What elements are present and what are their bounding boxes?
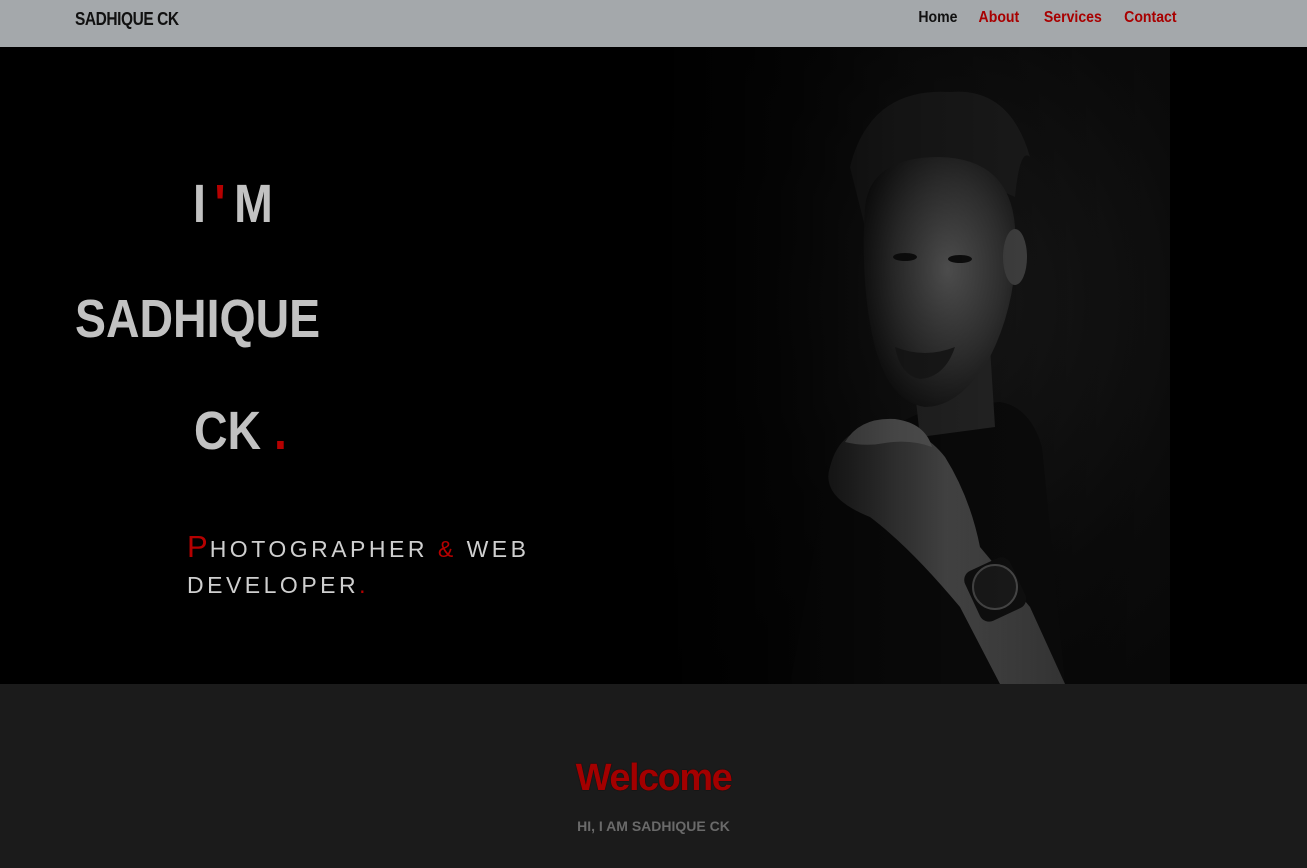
- hero-period: .: [273, 401, 287, 461]
- tagline-photographer: HOTOGRAPHER: [209, 536, 428, 562]
- hero-apostrophe: ': [214, 174, 235, 234]
- nav-links: Home About Services Contact: [913, 9, 1177, 27]
- hero-im-i: I: [193, 174, 215, 234]
- hero-heading-line1: I'M: [193, 177, 281, 231]
- hero-im-m: M: [234, 174, 282, 234]
- tagline-period: .: [359, 572, 369, 598]
- nav-link-services[interactable]: Services: [1043, 9, 1101, 27]
- hero-heading-line2: SADHIQUE: [75, 289, 321, 349]
- hero-section: I'M SADHIQUE CK . PHOTOGRAPHER & WEB DEV…: [0, 47, 1307, 684]
- tagline-ampersand: &: [437, 536, 457, 562]
- nav-link-about[interactable]: About: [979, 9, 1020, 27]
- tagline-initial: P: [187, 529, 210, 564]
- welcome-section: Welcome HI, I AM SADHIQUE CK: [0, 684, 1307, 868]
- navbar: SADHIQUE CK Home About Services Contact: [0, 0, 1307, 47]
- nav-link-home[interactable]: Home: [918, 9, 957, 27]
- welcome-title: Welcome: [575, 757, 733, 799]
- brand-logo[interactable]: SADHIQUE CK: [75, 9, 179, 30]
- hero-tagline: PHOTOGRAPHER & WEB DEVELOPER.: [187, 529, 607, 603]
- hero-ck: CK: [194, 401, 262, 461]
- nav-link-contact[interactable]: Contact: [1125, 9, 1177, 27]
- portrait-illustration: [670, 47, 1170, 684]
- hero-heading-line3: CK .: [194, 404, 287, 458]
- welcome-subtitle: HI, I AM SADHIQUE CK: [577, 818, 730, 834]
- portrait-photo: [670, 47, 1170, 684]
